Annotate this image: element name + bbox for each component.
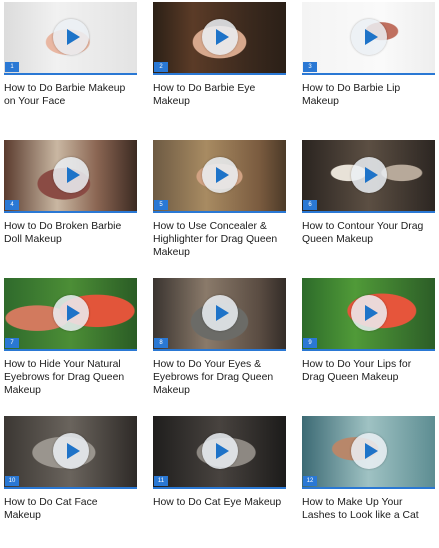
video-title-link[interactable]: How to Do Your Lips for Drag Queen Makeu… bbox=[302, 358, 435, 384]
play-button-icon[interactable] bbox=[350, 294, 387, 331]
video-thumbnail[interactable]: 1 bbox=[4, 2, 137, 75]
video-thumbnail[interactable]: 6 bbox=[302, 140, 435, 213]
thumbnail-accent-bar bbox=[302, 73, 435, 75]
thumbnail-accent-bar bbox=[302, 349, 435, 351]
thumbnail-accent-bar bbox=[153, 349, 286, 351]
thumbnail-accent-bar bbox=[153, 211, 286, 213]
video-card-11[interactable]: 11 How to Do Cat Eye Makeup bbox=[153, 416, 286, 548]
video-number-badge: 11 bbox=[154, 476, 168, 486]
thumbnail-accent-bar bbox=[4, 349, 137, 351]
video-title-link[interactable]: How to Do Barbie Eye Makeup bbox=[153, 82, 286, 108]
video-card-7[interactable]: 7 How to Hide Your Natural Eyebrows for … bbox=[4, 278, 137, 410]
video-card-2[interactable]: 2 How to Do Barbie Eye Makeup bbox=[153, 2, 286, 134]
play-button-icon[interactable] bbox=[52, 156, 89, 193]
play-button-icon[interactable] bbox=[350, 432, 387, 469]
video-card-3[interactable]: 3 How to Do Barbie Lip Makeup bbox=[302, 2, 435, 134]
video-number-badge: 12 bbox=[303, 476, 317, 486]
video-title-link[interactable]: How to Do Your Eyes & Eyebrows for Drag … bbox=[153, 358, 286, 397]
video-title-link[interactable]: How to Do Barbie Lip Makeup bbox=[302, 82, 435, 108]
video-title-link[interactable]: How to Use Concealer & Highlighter for D… bbox=[153, 220, 286, 259]
play-button-icon[interactable] bbox=[350, 18, 387, 55]
video-thumbnail[interactable]: 8 bbox=[153, 278, 286, 351]
video-card-8[interactable]: 8 How to Do Your Eyes & Eyebrows for Dra… bbox=[153, 278, 286, 410]
video-card-5[interactable]: 5 How to Use Concealer & Highlighter for… bbox=[153, 140, 286, 272]
video-card-10[interactable]: 10 How to Do Cat Face Makeup bbox=[4, 416, 137, 548]
video-title-link[interactable]: How to Do Cat Face Makeup bbox=[4, 496, 137, 522]
video-thumbnail[interactable]: 12 bbox=[302, 416, 435, 489]
video-card-9[interactable]: 9 How to Do Your Lips for Drag Queen Mak… bbox=[302, 278, 435, 410]
video-thumbnail[interactable]: 10 bbox=[4, 416, 137, 489]
play-button-icon[interactable] bbox=[52, 432, 89, 469]
thumbnail-accent-bar bbox=[153, 487, 286, 489]
play-button-icon[interactable] bbox=[52, 18, 89, 55]
thumbnail-accent-bar bbox=[4, 73, 137, 75]
thumbnail-accent-bar bbox=[4, 487, 137, 489]
video-number-badge: 3 bbox=[303, 62, 317, 72]
video-thumbnail[interactable]: 3 bbox=[302, 2, 435, 75]
play-button-icon[interactable] bbox=[350, 156, 387, 193]
thumbnail-accent-bar bbox=[302, 211, 435, 213]
video-thumbnail[interactable]: 7 bbox=[4, 278, 137, 351]
play-button-icon[interactable] bbox=[201, 156, 238, 193]
video-title-link[interactable]: How to Hide Your Natural Eyebrows for Dr… bbox=[4, 358, 137, 397]
video-number-badge: 6 bbox=[303, 200, 317, 210]
video-number-badge: 1 bbox=[5, 62, 19, 72]
video-title-link[interactable]: How to Make Up Your Lashes to Look like … bbox=[302, 496, 435, 522]
video-grid: 1 How to Do Barbie Makeup on Your Face 2… bbox=[4, 2, 436, 548]
video-number-badge: 8 bbox=[154, 338, 168, 348]
video-number-badge: 7 bbox=[5, 338, 19, 348]
video-thumbnail[interactable]: 4 bbox=[4, 140, 137, 213]
video-number-badge: 5 bbox=[154, 200, 168, 210]
video-thumbnail[interactable]: 2 bbox=[153, 2, 286, 75]
thumbnail-accent-bar bbox=[4, 211, 137, 213]
video-number-badge: 9 bbox=[303, 338, 317, 348]
play-button-icon[interactable] bbox=[201, 432, 238, 469]
play-button-icon[interactable] bbox=[201, 294, 238, 331]
thumbnail-accent-bar bbox=[302, 487, 435, 489]
play-button-icon[interactable] bbox=[52, 294, 89, 331]
thumbnail-accent-bar bbox=[153, 73, 286, 75]
video-card-12[interactable]: 12 How to Make Up Your Lashes to Look li… bbox=[302, 416, 435, 548]
video-card-6[interactable]: 6 How to Contour Your Drag Queen Makeup bbox=[302, 140, 435, 272]
video-thumbnail[interactable]: 5 bbox=[153, 140, 286, 213]
video-thumbnail[interactable]: 11 bbox=[153, 416, 286, 489]
video-card-1[interactable]: 1 How to Do Barbie Makeup on Your Face bbox=[4, 2, 137, 134]
video-number-badge: 2 bbox=[154, 62, 168, 72]
video-thumbnail[interactable]: 9 bbox=[302, 278, 435, 351]
video-title-link[interactable]: How to Contour Your Drag Queen Makeup bbox=[302, 220, 435, 246]
play-button-icon[interactable] bbox=[201, 18, 238, 55]
video-title-link[interactable]: How to Do Cat Eye Makeup bbox=[153, 496, 286, 509]
video-number-badge: 4 bbox=[5, 200, 19, 210]
video-title-link[interactable]: How to Do Broken Barbie Doll Makeup bbox=[4, 220, 137, 246]
video-title-link[interactable]: How to Do Barbie Makeup on Your Face bbox=[4, 82, 137, 108]
video-number-badge: 10 bbox=[5, 476, 19, 486]
video-card-4[interactable]: 4 How to Do Broken Barbie Doll Makeup bbox=[4, 140, 137, 272]
